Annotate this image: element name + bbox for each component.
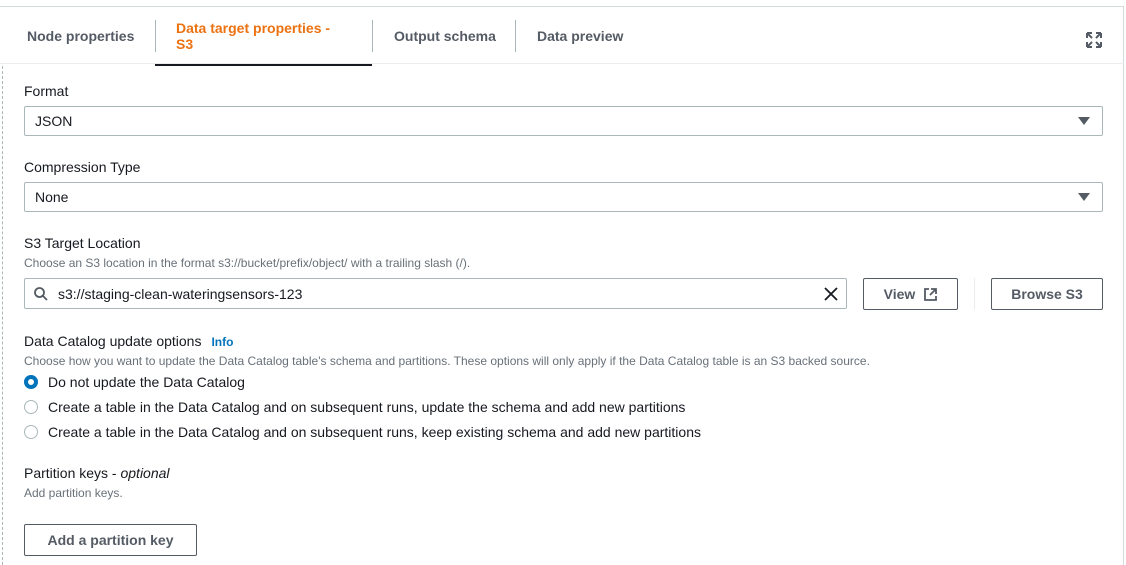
radio-button[interactable] — [24, 400, 38, 414]
format-value: JSON — [35, 113, 73, 129]
radio-button-checked[interactable] — [24, 375, 38, 389]
view-button[interactable]: View — [863, 278, 958, 310]
s3-location-value: s3://staging-clean-wateringsensors-123 — [58, 286, 303, 302]
expand-icon[interactable] — [1086, 32, 1102, 48]
radio-option-label: Do not update the Data Catalog — [48, 374, 245, 390]
format-label: Format — [24, 83, 69, 99]
panel-dashed-edge — [2, 66, 3, 565]
tab-bar: Node properties Data target properties -… — [0, 6, 1124, 66]
format-select[interactable]: JSON — [24, 106, 1103, 136]
s3-target-label: S3 Target Location — [24, 235, 141, 251]
radio-option-update-schema[interactable]: Create a table in the Data Catalog and o… — [24, 399, 685, 415]
catalog-label: Data Catalog update options — [24, 333, 202, 349]
partition-keys-label-row: Partition keys - optional — [24, 465, 170, 481]
radio-option-no-update[interactable]: Do not update the Data Catalog — [24, 374, 245, 390]
s3-target-description: Choose an S3 location in the format s3:/… — [24, 256, 471, 270]
caret-down-icon — [1078, 117, 1090, 125]
external-link-icon — [924, 287, 938, 301]
catalog-description: Choose how you want to update the Data C… — [24, 354, 870, 368]
browse-s3-button[interactable]: Browse S3 — [991, 278, 1103, 310]
partition-keys-description: Add partition keys. — [24, 486, 123, 500]
caret-down-icon — [1078, 193, 1090, 201]
clear-icon[interactable] — [824, 287, 838, 301]
tab-data-preview[interactable]: Data preview — [516, 7, 644, 65]
radio-button[interactable] — [24, 425, 38, 439]
compression-select[interactable]: None — [24, 182, 1103, 212]
add-partition-key-button[interactable]: Add a partition key — [24, 524, 197, 556]
s3-location-input[interactable]: s3://staging-clean-wateringsensors-123 — [24, 278, 847, 309]
tab-node-properties[interactable]: Node properties — [6, 7, 155, 65]
optional-tag: optional — [120, 465, 170, 481]
radio-option-label: Create a table in the Data Catalog and o… — [48, 399, 686, 415]
partition-keys-label: Partition keys - — [24, 465, 121, 481]
tab-output-schema[interactable]: Output schema — [373, 7, 517, 65]
radio-option-keep-schema[interactable]: Create a table in the Data Catalog and o… — [24, 424, 701, 440]
compression-label: Compression Type — [24, 159, 141, 175]
tab-data-target-properties[interactable]: Data target properties - S3 — [155, 7, 372, 66]
panel: Node properties Data target properties -… — [0, 0, 1126, 565]
panel-border — [1123, 6, 1124, 565]
radio-option-label: Create a table in the Data Catalog and o… — [48, 424, 701, 440]
search-icon — [34, 287, 48, 301]
compression-value: None — [35, 189, 69, 205]
view-button-label: View — [883, 286, 916, 302]
info-link[interactable]: Info — [211, 335, 233, 349]
catalog-label-row: Data Catalog update options Info — [24, 333, 233, 349]
button-divider — [974, 278, 975, 310]
